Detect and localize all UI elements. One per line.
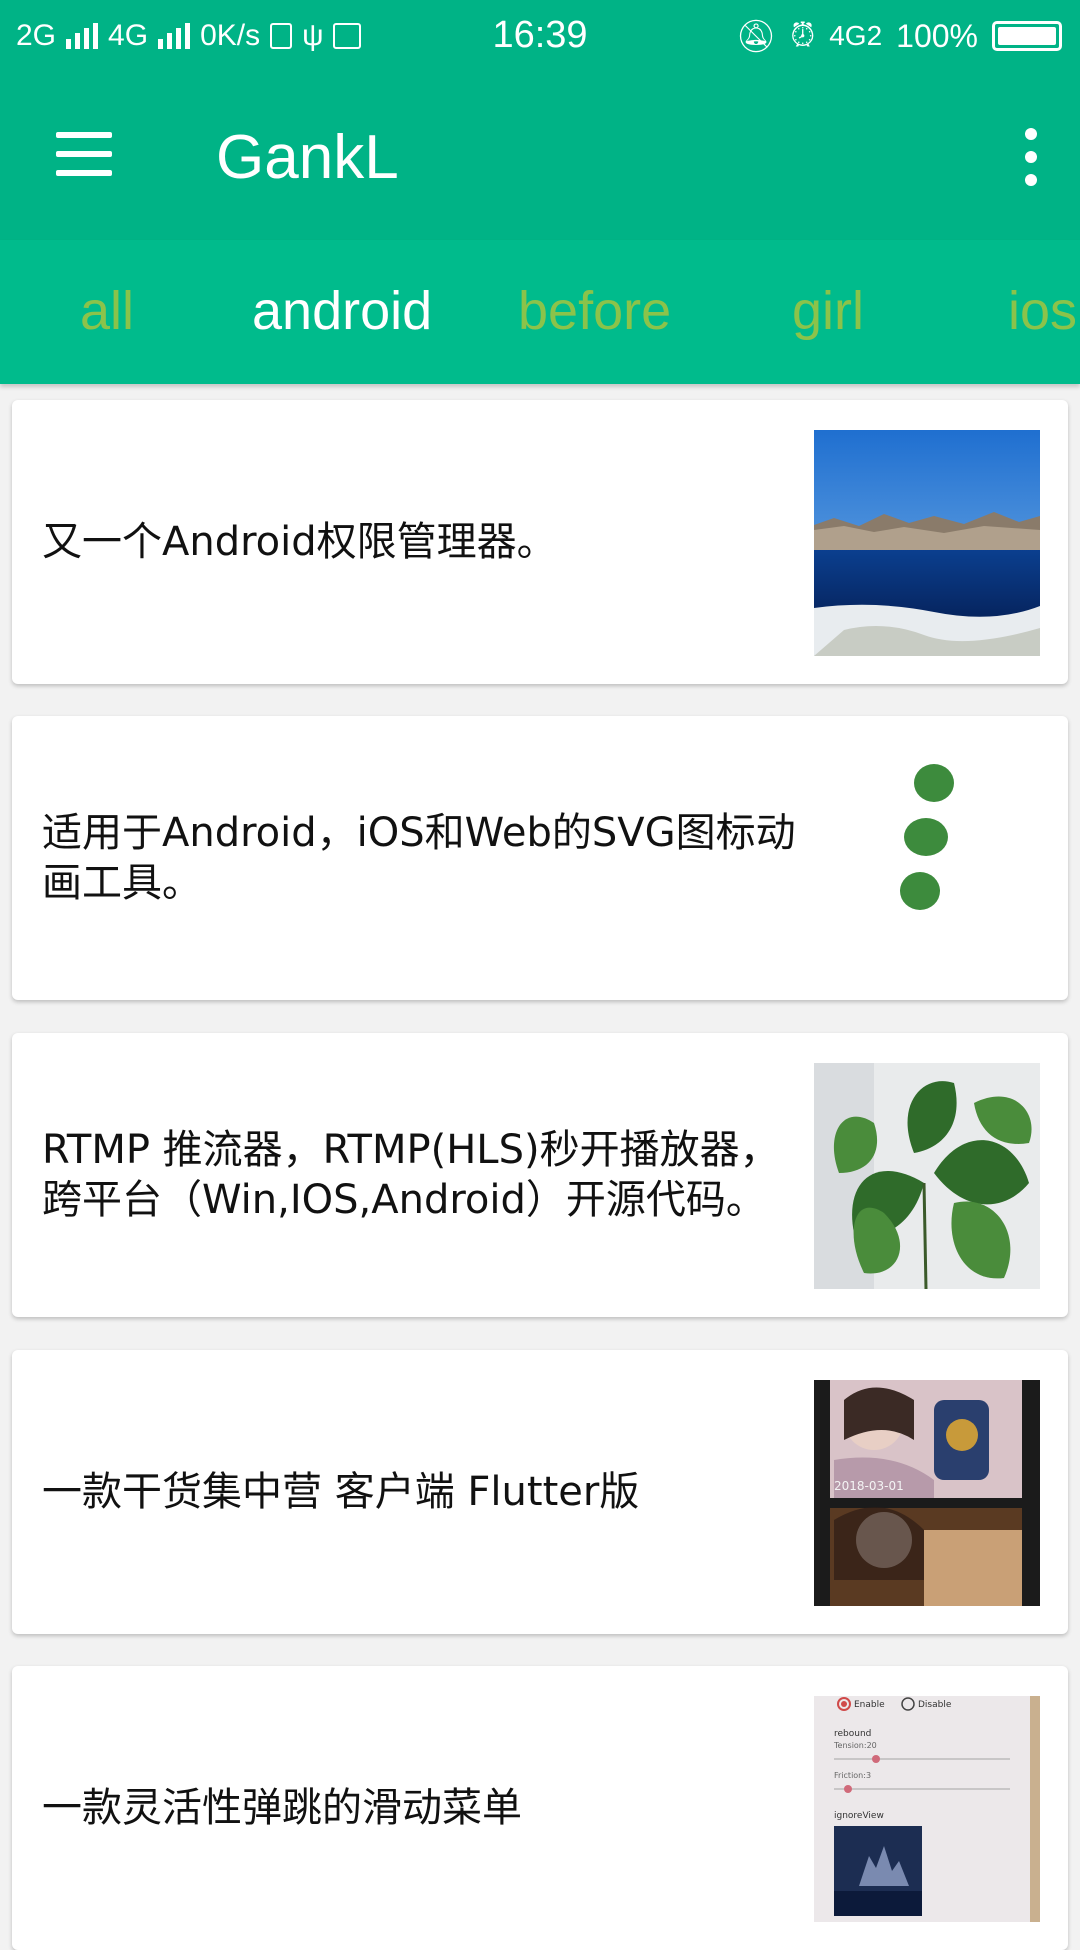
status-right: 🔕︎ ⏰︎ 4G2 100%: [736, 12, 1062, 60]
tension-label: Tension:20: [833, 1741, 877, 1750]
status-bar: 2G 4G 0K/s ψ 16:39 🔕︎ ⏰︎ 4G2 100%: [0, 0, 1080, 72]
app-screenshot-thumbnail: 2018-03-01: [814, 1380, 1040, 1606]
tab-ios[interactable]: ios: [1008, 280, 1077, 342]
card-title: RTMP 推流器，RTMP(HLS)秒开播放器，跨平台（Win,IOS,Andr…: [42, 1127, 780, 1223]
settings-screenshot-thumbnail: Enable Disable rebound Tension:20 Fricti…: [814, 1696, 1040, 1922]
card-title: 一款灵活性弹跳的滑动菜单: [42, 1785, 522, 1831]
card-title: 又一个Android权限管理器。: [42, 519, 557, 565]
mountain-lake-thumbnail: [814, 430, 1040, 656]
ignore-view-label: ignoreView: [834, 1811, 884, 1821]
card-title: 一款干货集中营 客户端 Flutter版: [42, 1469, 640, 1515]
friction-label: Friction:3: [834, 1771, 871, 1780]
tab-before[interactable]: before: [518, 280, 671, 342]
tab-girl[interactable]: girl: [792, 280, 864, 342]
tab-all[interactable]: all: [80, 280, 134, 342]
feed-card[interactable]: 一款干货集中营 客户端 Flutter版 2018-03-01: [12, 1350, 1068, 1634]
mute-icon: 🔕︎: [735, 18, 777, 54]
date-label: 2018-03-01: [834, 1479, 904, 1493]
potted-plant-thumbnail: [814, 1063, 1040, 1289]
tab-android[interactable]: android: [252, 280, 432, 342]
green-dots-thumbnail: [814, 746, 1040, 972]
alarm-icon: ⏰︎: [790, 17, 816, 53]
network-4g2-label: 4G2: [829, 20, 883, 51]
app-title: GankL: [216, 123, 399, 192]
feed-card[interactable]: 一款灵活性弹跳的滑动菜单 Enable Disable rebound Tens…: [12, 1666, 1068, 1950]
feed-card[interactable]: 适用于Android，iOS和Web的SVG图标动画工具。: [12, 716, 1068, 1000]
more-vert-icon[interactable]: [1000, 122, 1060, 192]
hamburger-menu-icon[interactable]: [48, 130, 114, 182]
feed-card[interactable]: RTMP 推流器，RTMP(HLS)秒开播放器，跨平台（Win,IOS,Andr…: [12, 1033, 1068, 1317]
feed-card[interactable]: 又一个Android权限管理器。: [12, 400, 1068, 684]
card-title: 适用于Android，iOS和Web的SVG图标动画工具。: [42, 810, 796, 906]
app-bar: GankL: [0, 72, 1080, 240]
disable-label: Disable: [918, 1700, 952, 1710]
battery-icon: [992, 21, 1062, 51]
category-tabs: all android before girl ios: [0, 240, 1080, 384]
enable-label: Enable: [854, 1700, 885, 1710]
battery-percent: 100%: [896, 17, 978, 54]
rebound-label: rebound: [834, 1729, 871, 1739]
